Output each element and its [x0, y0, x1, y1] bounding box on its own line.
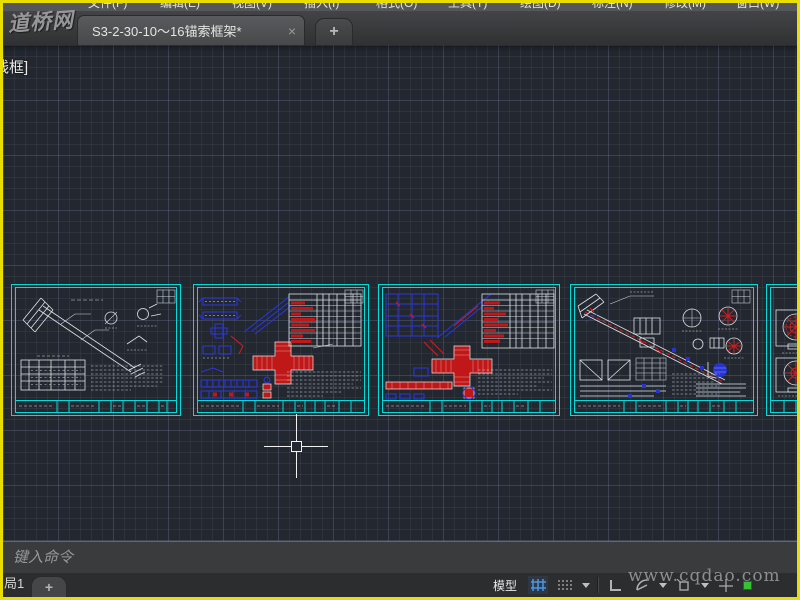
menu-item-draw[interactable]: 绘图(D)	[520, 3, 561, 9]
menu-item-edit[interactable]: 编辑(E)	[160, 3, 200, 9]
drawing-sheet-3[interactable]	[378, 284, 560, 416]
menu-item-dimension[interactable]: 标注(N)	[592, 3, 633, 9]
menu-item-insert[interactable]: 插入(I)	[304, 3, 339, 9]
crosshair-horizontal-line	[264, 446, 328, 447]
daoqiao-logo-watermark: 道桥网	[7, 6, 75, 37]
layout-tab-partial[interactable]: 局1	[0, 573, 30, 597]
status-separator	[597, 577, 599, 593]
menu-item-modify[interactable]: 修改(M)	[664, 3, 706, 9]
viewport-control-fragment[interactable]: 线框]	[3, 56, 28, 77]
new-drawing-tab-button[interactable]: +	[315, 18, 353, 46]
crosshair-vertical-line	[296, 414, 297, 478]
new-layout-tab-button[interactable]: +	[31, 576, 67, 598]
snap-grid-icon[interactable]	[528, 576, 549, 594]
drawing-sheet-1[interactable]	[11, 284, 181, 416]
drawing-tab-active[interactable]: S3-2-30-10～16锚索框架* ×	[77, 15, 305, 45]
drawing-sheet-4[interactable]	[570, 284, 758, 416]
ortho-mode-icon[interactable]	[605, 576, 625, 594]
menu-item-window[interactable]: 窗口(W)	[736, 3, 779, 9]
command-input-placeholder[interactable]: 键入命令	[13, 542, 73, 573]
menu-item-file[interactable]: 文件(F)	[88, 3, 127, 9]
crosshair-pickbox	[291, 441, 302, 452]
menu-item-view[interactable]: 视图(V)	[232, 3, 272, 9]
drawing-sheet-2[interactable]	[193, 284, 369, 416]
grid-display-icon[interactable]	[555, 576, 575, 594]
menu-item-tools[interactable]: 工具(T)	[448, 3, 487, 9]
application-window: 文件(F) 编辑(E) 视图(V) 插入(I) 格式(O) 工具(T) 绘图(D…	[0, 0, 800, 600]
drawing-tab-title: S3-2-30-10～16锚索框架*	[92, 24, 242, 39]
tab-close-icon[interactable]: ×	[288, 23, 296, 39]
model-space-button[interactable]: 模型	[489, 577, 521, 594]
snap-settings-caret-icon[interactable]	[582, 582, 591, 588]
menu-item-format[interactable]: 格式(O)	[376, 3, 417, 9]
drawing-canvas[interactable]: 线框]	[3, 45, 797, 541]
menu-bar: 文件(F) 编辑(E) 视图(V) 插入(I) 格式(O) 工具(T) 绘图(D…	[3, 3, 797, 11]
drawing-sheet-5[interactable]	[766, 284, 797, 416]
cqdao-url-watermark: www.cqdao.com	[628, 566, 781, 586]
file-tab-bar: 道桥网 S3-2-30-10～16锚索框架* × +	[3, 7, 797, 46]
